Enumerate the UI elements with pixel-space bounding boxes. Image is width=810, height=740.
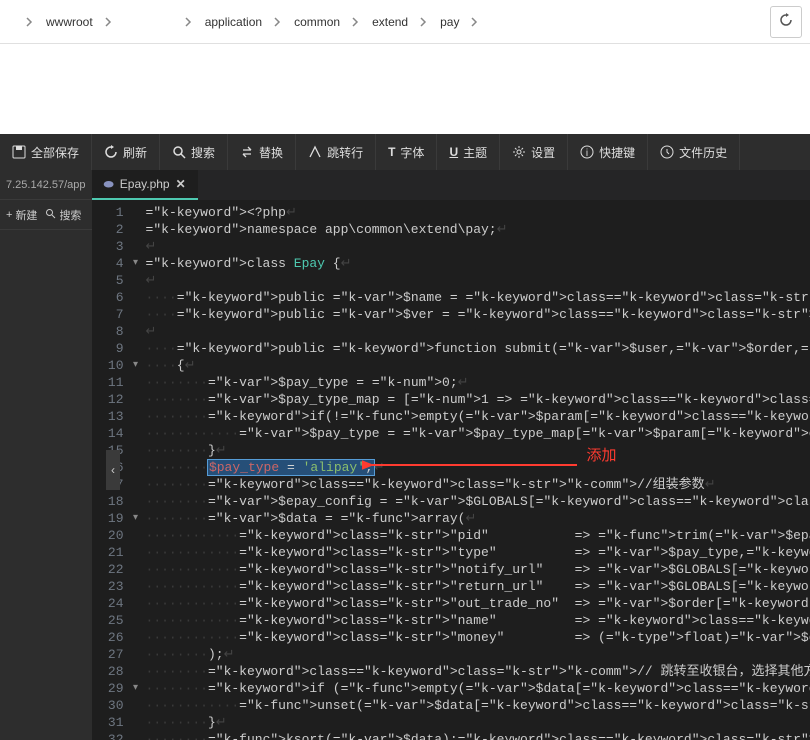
chevron-right-icon: [272, 17, 284, 27]
toolbar-label: 快捷键: [599, 144, 635, 161]
svg-text:i: i: [586, 148, 588, 159]
breadcrumb-item[interactable]: common: [288, 13, 346, 31]
search-icon: [45, 208, 56, 222]
breadcrumb-item[interactable]: extend: [366, 13, 414, 31]
goto-line-button[interactable]: 跳转行: [296, 134, 376, 170]
file-history-button[interactable]: 文件历史: [648, 134, 740, 170]
button-label: 搜索: [59, 207, 81, 223]
new-file-button[interactable]: + 新建: [6, 207, 37, 223]
plus-icon: +: [6, 209, 12, 221]
font-icon: T: [388, 145, 395, 159]
refresh-icon: [104, 145, 118, 159]
clock-icon: [660, 145, 674, 159]
toolbar-label: 替换: [259, 144, 283, 161]
save-icon: [12, 145, 26, 159]
gear-icon: [512, 145, 526, 159]
toolbar-label: 文件历史: [679, 144, 727, 161]
replace-button[interactable]: 替换: [228, 134, 296, 170]
tree-search-button[interactable]: 搜索: [45, 207, 81, 223]
file-tree-panel: 7.25.142.57/app + 新建 搜索: [0, 170, 92, 740]
theme-button[interactable]: U 主题: [437, 134, 500, 170]
breadcrumb-item[interactable]: application: [199, 13, 268, 31]
tab-epay-php[interactable]: ⬬ Epay.php ✕: [92, 170, 198, 200]
toolbar-label: 主题: [463, 144, 487, 161]
close-icon[interactable]: ✕: [176, 177, 186, 191]
shortcuts-button[interactable]: i 快捷键: [568, 134, 648, 170]
chevron-right-icon: [24, 17, 36, 27]
toolbar-label: 跳转行: [327, 144, 363, 161]
file-tree-path: 7.25.142.57/app: [0, 170, 92, 200]
toolbar-label: 字体: [400, 144, 424, 161]
fold-column: ▾▾▾▾: [130, 200, 142, 740]
breadcrumb-item[interactable]: pay: [434, 13, 465, 31]
breadcrumb-bar: wwwroot application common extend pay: [0, 0, 810, 44]
code-editor[interactable]: 1234567891011121314151617181920212223242…: [92, 200, 810, 740]
toolbar-label: 全部保存: [31, 144, 79, 161]
chevron-right-icon: [350, 17, 362, 27]
panel-collapse-handle[interactable]: ‹: [106, 450, 120, 490]
font-button[interactable]: T 字体: [376, 134, 437, 170]
chevron-right-icon: [103, 17, 115, 27]
refresh-icon: [778, 12, 794, 31]
chevron-left-icon: ‹: [111, 463, 115, 477]
breadcrumb-item[interactable]: wwwroot: [40, 13, 99, 31]
refresh-button[interactable]: 刷新: [92, 134, 160, 170]
file-tree-tools: + 新建 搜索: [0, 200, 92, 230]
search-icon: [172, 145, 186, 159]
chevron-right-icon: [469, 17, 481, 27]
editor-toolbar: 全部保存 刷新 搜索 替换 跳转行 T 字体 U 主题 设置 i 快捷键 文件历…: [0, 134, 810, 170]
refresh-button[interactable]: [770, 6, 802, 38]
tab-filename: Epay.php: [120, 177, 170, 191]
replace-icon: [240, 145, 254, 159]
theme-icon: U: [449, 145, 458, 159]
settings-button[interactable]: 设置: [500, 134, 568, 170]
toolbar-label: 刷新: [123, 144, 147, 161]
breadcrumb-item[interactable]: [8, 20, 20, 24]
search-button[interactable]: 搜索: [160, 134, 228, 170]
php-icon: ⬬: [104, 177, 114, 192]
tab-bar: ⬬ Epay.php ✕: [92, 170, 810, 200]
save-all-button[interactable]: 全部保存: [0, 134, 92, 170]
breadcrumb: wwwroot application common extend pay: [8, 13, 770, 31]
chevron-right-icon: [418, 17, 430, 27]
info-icon: i: [580, 145, 594, 159]
toolbar-label: 设置: [531, 144, 555, 161]
main-row: 7.25.142.57/app + 新建 搜索 ‹ ⬬ Epay.php ✕ 1…: [0, 170, 810, 740]
editor-area: ⬬ Epay.php ✕ 123456789101112131415161718…: [92, 170, 810, 740]
spacer: [0, 44, 810, 134]
breadcrumb-item[interactable]: [119, 20, 179, 24]
chevron-right-icon: [183, 17, 195, 27]
annotation-label: 添加: [587, 448, 617, 465]
button-label: 新建: [15, 207, 37, 223]
code-content[interactable]: ="k-keyword"><?php↵="k-keyword">namespac…: [142, 200, 810, 740]
goto-icon: [308, 145, 322, 159]
toolbar-label: 搜索: [191, 144, 215, 161]
